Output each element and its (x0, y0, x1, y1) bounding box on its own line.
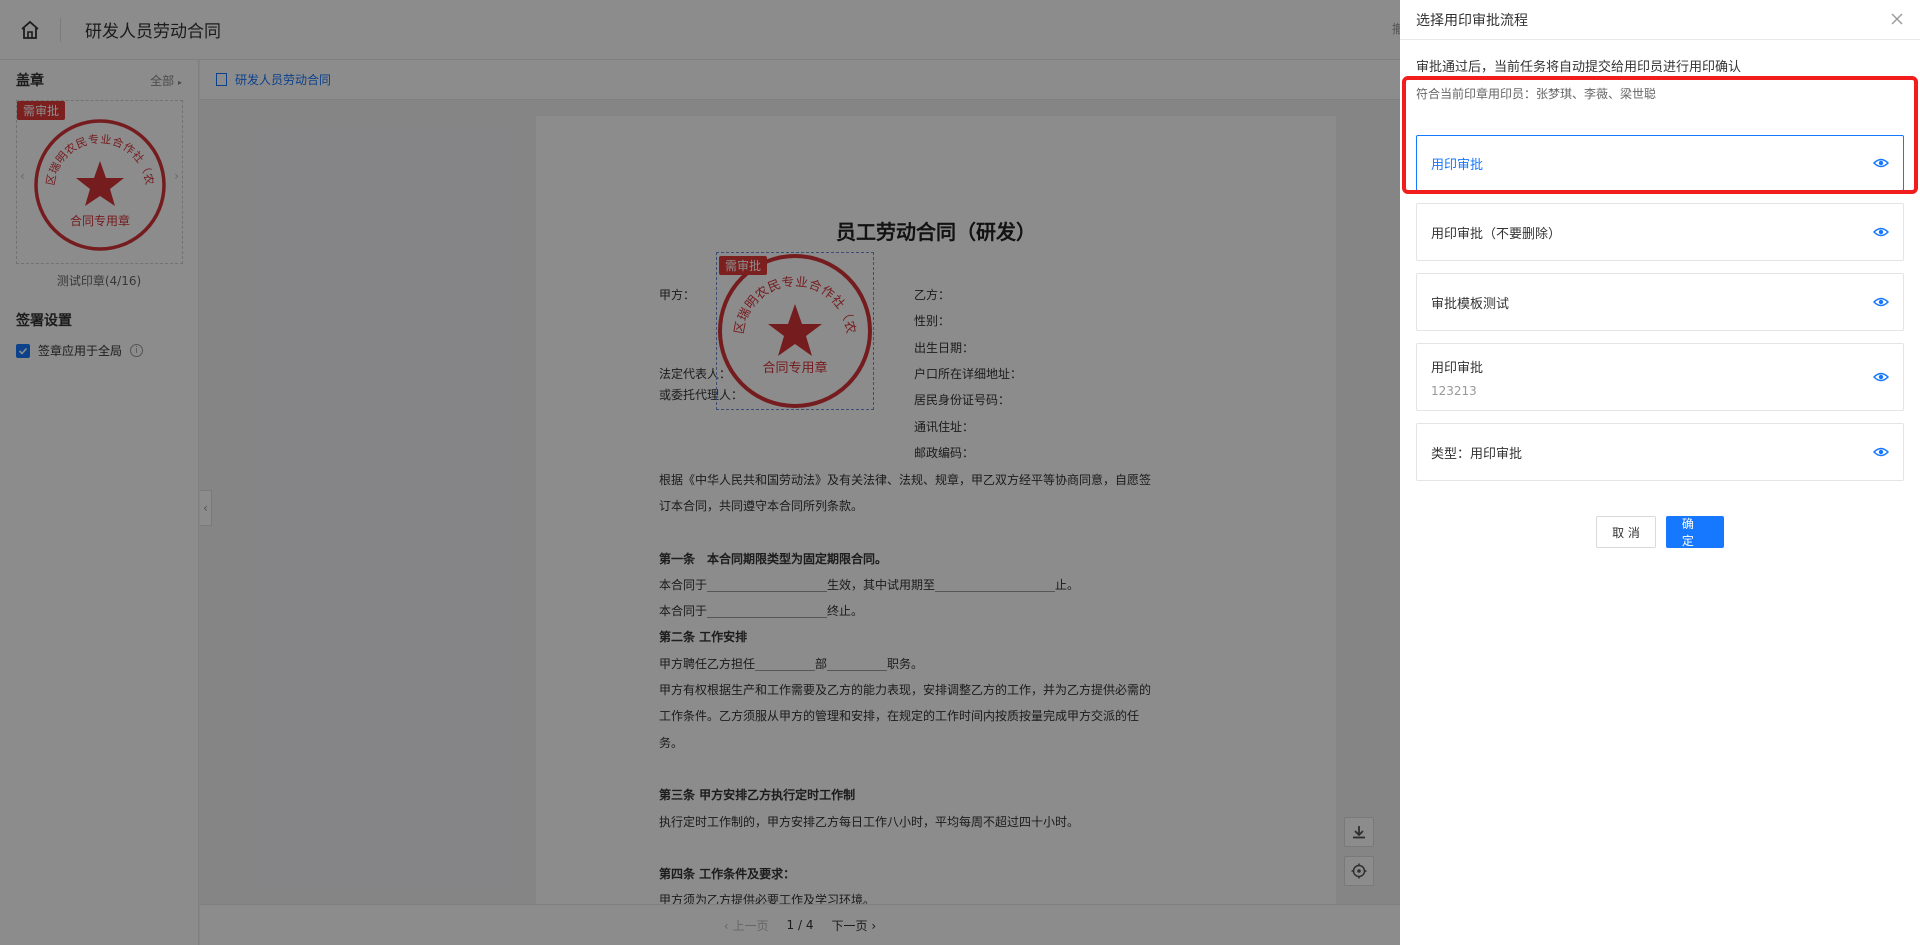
drawer-title: 选择用印审批流程 (1416, 12, 1528, 29)
eye-icon[interactable] (1873, 295, 1889, 309)
matched-sealers: 符合当前印章用印员：张梦琪、李薇、梁世聪 (1416, 87, 1657, 101)
eye-icon[interactable] (1873, 445, 1889, 459)
flow-name: 用印审批 (1431, 157, 1484, 173)
cancel-button[interactable]: 取 消 (1596, 516, 1656, 548)
drawer-header: 选择用印审批流程 (1400, 0, 1920, 40)
close-icon[interactable] (1888, 10, 1906, 28)
eye-icon[interactable] (1873, 225, 1889, 239)
flow-item[interactable]: 类型：用印审批 (1416, 423, 1904, 481)
flow-list: 用印审批 用印审批（不要删除） 审批模板测试 用印审批 123213 类型：用印… (1416, 135, 1904, 493)
approval-flow-drawer: 选择用印审批流程 审批通过后，当前任务将自动提交给用印员进行用印确认 符合当前印… (1400, 0, 1920, 945)
flow-item[interactable]: 审批模板测试 (1416, 273, 1904, 331)
confirm-button[interactable]: 确 定 (1665, 516, 1724, 548)
eye-icon[interactable] (1873, 370, 1889, 384)
flow-item[interactable]: 用印审批 (1416, 135, 1904, 191)
approval-notice: 审批通过后，当前任务将自动提交给用印员进行用印确认 (1416, 60, 1742, 75)
flow-name: 用印审批（不要删除） (1431, 226, 1562, 242)
flow-item[interactable]: 用印审批 123213 (1416, 343, 1904, 411)
flow-name: 用印审批 (1431, 360, 1484, 376)
flow-name: 审批模板测试 (1431, 296, 1510, 312)
drawer-actions: 取 消 确 定 (1400, 516, 1920, 548)
flow-name: 类型：用印审批 (1431, 446, 1523, 462)
eye-icon[interactable] (1873, 156, 1889, 170)
flow-description: 123213 (1431, 383, 1477, 398)
flow-item[interactable]: 用印审批（不要删除） (1416, 203, 1904, 261)
modal-mask[interactable] (0, 0, 1400, 945)
